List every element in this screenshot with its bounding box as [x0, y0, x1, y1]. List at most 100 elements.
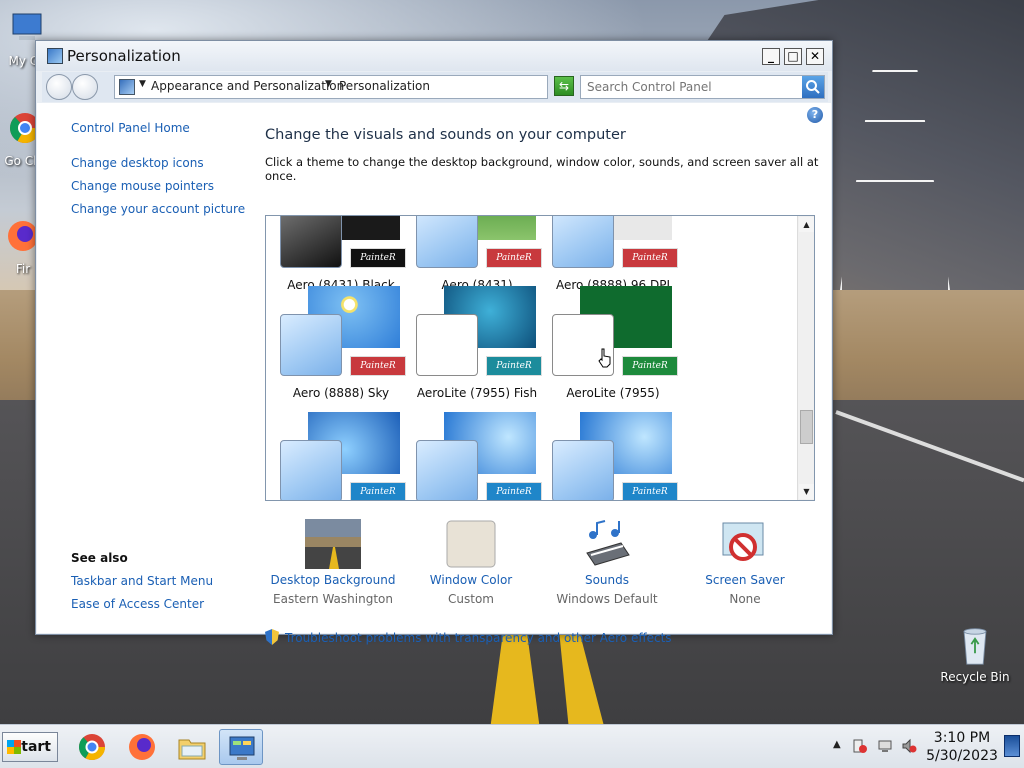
- theme-settings-row: Desktop Background Eastern Washington Wi…: [265, 519, 825, 619]
- shield-icon: [265, 629, 279, 645]
- change-desktop-icons-link[interactable]: Change desktop icons: [71, 156, 204, 170]
- theme-window-preview: [552, 216, 614, 268]
- window-color-icon: [446, 520, 496, 568]
- taskbar-chrome[interactable]: [70, 729, 114, 765]
- minimize-button[interactable]: _: [762, 48, 780, 65]
- chevron-up-icon[interactable]: ▲: [833, 739, 841, 750]
- taskbar-file-explorer[interactable]: [170, 729, 214, 765]
- sounds-value: Windows Default: [556, 592, 658, 606]
- desktop-background-value: Eastern Washington: [273, 592, 393, 606]
- window-color-label[interactable]: Window Color: [403, 573, 539, 587]
- desktop-background-label[interactable]: Desktop Background: [265, 573, 401, 587]
- theme-list: PainteR Aero (8431) Black PainteR Aero (…: [265, 215, 815, 501]
- page-subtitle: Click a theme to change the desktop back…: [265, 155, 819, 183]
- clock-date[interactable]: 5/30/2023: [926, 748, 998, 764]
- back-button[interactable]: [46, 74, 72, 100]
- breadcrumb[interactable]: ▼ Appearance and Personalization ▼ Perso…: [114, 75, 612, 99]
- network-icon[interactable]: [877, 738, 893, 754]
- breadcrumb-item-appearance[interactable]: Appearance and Personalization: [151, 79, 344, 93]
- content-area: ? Control Panel Home Change desktop icon…: [37, 103, 831, 645]
- chevron-right-icon[interactable]: ▼: [139, 79, 146, 89]
- troubleshoot-label[interactable]: Troubleshoot problems with transparency …: [285, 631, 672, 645]
- search-box[interactable]: [580, 75, 825, 99]
- desktop-background-icon: [305, 519, 361, 569]
- scroll-down-icon[interactable]: ▼: [799, 484, 814, 499]
- theme-label: Aero (8888) Sky: [292, 386, 390, 400]
- troubleshoot-link[interactable]: Troubleshoot problems with transparency …: [265, 629, 672, 645]
- sounds-icon: [586, 520, 630, 566]
- theme-item[interactable]: PainteR AeroLite (7955) Fish: [416, 286, 546, 406]
- forward-button[interactable]: [72, 74, 98, 100]
- action-center-icon[interactable]: [852, 738, 868, 754]
- maximize-button[interactable]: □: [784, 48, 802, 65]
- theme-list-scrollbar[interactable]: ▲ ▼: [797, 216, 814, 500]
- volume-muted-icon[interactable]: [901, 738, 917, 754]
- theme-window-preview: [280, 216, 342, 268]
- control-panel-home-link[interactable]: Control Panel Home: [71, 121, 190, 135]
- theme-badge: PainteR: [622, 482, 678, 500]
- taskbar-control-panel[interactable]: [219, 729, 263, 765]
- theme-badge: PainteR: [622, 248, 678, 268]
- theme-item[interactable]: PainteR: [552, 412, 682, 500]
- control-panel-icon: [119, 79, 135, 95]
- change-mouse-pointers-link[interactable]: Change mouse pointers: [71, 179, 214, 193]
- refresh-button[interactable]: ⇆: [554, 76, 574, 96]
- theme-label: AeroLite (7955) Fish: [416, 386, 538, 400]
- change-account-picture-link[interactable]: Change your account picture: [71, 202, 245, 216]
- windows-logo-icon: [7, 740, 21, 754]
- theme-window-preview: [416, 314, 478, 376]
- show-desktop-button[interactable]: [1004, 735, 1020, 757]
- ease-of-access-link[interactable]: Ease of Access Center: [71, 597, 204, 611]
- theme-badge: PainteR: [486, 248, 542, 268]
- theme-badge: PainteR: [350, 482, 406, 500]
- help-icon[interactable]: ?: [807, 107, 823, 123]
- search-button[interactable]: [802, 76, 824, 98]
- theme-badge: PainteR: [622, 356, 678, 376]
- desktop-icon-recycle-bin[interactable]: Recycle Bin: [940, 626, 1010, 684]
- breadcrumb-item-personalization[interactable]: Personalization: [339, 79, 430, 93]
- page-title: Change the visuals and sounds on your co…: [265, 127, 626, 143]
- theme-window-preview: [280, 440, 342, 500]
- taskbar: Start ▲ 3:10 PM 5/30/2023: [0, 724, 1024, 768]
- screen-saver-setting[interactable]: Screen Saver None: [677, 519, 813, 606]
- theme-item[interactable]: PainteR: [416, 412, 546, 500]
- theme-window-preview: [552, 440, 614, 500]
- see-also-heading: See also: [71, 551, 128, 565]
- hand-cursor-icon: [598, 348, 611, 368]
- personalization-icon: [47, 48, 63, 64]
- close-button[interactable]: ✕: [806, 48, 824, 65]
- scrollbar-thumb[interactable]: [800, 410, 813, 444]
- sounds-label[interactable]: Sounds: [539, 573, 675, 587]
- theme-item[interactable]: PainteR AeroLite (7955): [552, 286, 682, 406]
- theme-window-preview: [280, 314, 342, 376]
- scroll-up-icon[interactable]: ▲: [799, 217, 814, 232]
- screen-saver-icon: [722, 522, 764, 561]
- theme-badge: PainteR: [350, 248, 406, 268]
- taskbar-start-menu-link[interactable]: Taskbar and Start Menu: [71, 574, 213, 588]
- theme-label: AeroLite (7955): [566, 386, 660, 400]
- file-explorer-icon: [178, 739, 206, 760]
- search-icon: [806, 80, 820, 94]
- personalization-window: Personalization _ □ ✕ ▼ Appearance and P…: [35, 40, 833, 645]
- title-bar[interactable]: Personalization _ □ ✕: [36, 41, 832, 71]
- taskbar-firefox[interactable]: [120, 729, 164, 765]
- desktop-background-setting[interactable]: Desktop Background Eastern Washington: [265, 519, 401, 606]
- theme-item[interactable]: PainteR Aero (8888) Sky: [280, 286, 410, 406]
- screen-saver-value: None: [729, 592, 761, 606]
- clock-time[interactable]: 3:10 PM: [926, 730, 998, 746]
- address-bar: ▼ Appearance and Personalization ▼ Perso…: [42, 72, 828, 102]
- screen-saver-label[interactable]: Screen Saver: [677, 573, 813, 587]
- firefox-icon: [129, 734, 155, 760]
- search-input[interactable]: [587, 79, 797, 95]
- window-color-setting[interactable]: Window Color Custom: [403, 519, 539, 606]
- chevron-right-icon[interactable]: ▼: [325, 79, 332, 89]
- theme-window-preview: [416, 216, 478, 268]
- theme-item[interactable]: PainteR: [280, 412, 410, 500]
- recycle-bin-icon: [963, 628, 987, 665]
- window-color-value: Custom: [448, 592, 494, 606]
- theme-badge: PainteR: [350, 356, 406, 376]
- start-button[interactable]: Start: [2, 732, 58, 762]
- sounds-setting[interactable]: Sounds Windows Default: [539, 519, 675, 606]
- theme-window-preview: [416, 440, 478, 500]
- theme-badge: PainteR: [486, 356, 542, 376]
